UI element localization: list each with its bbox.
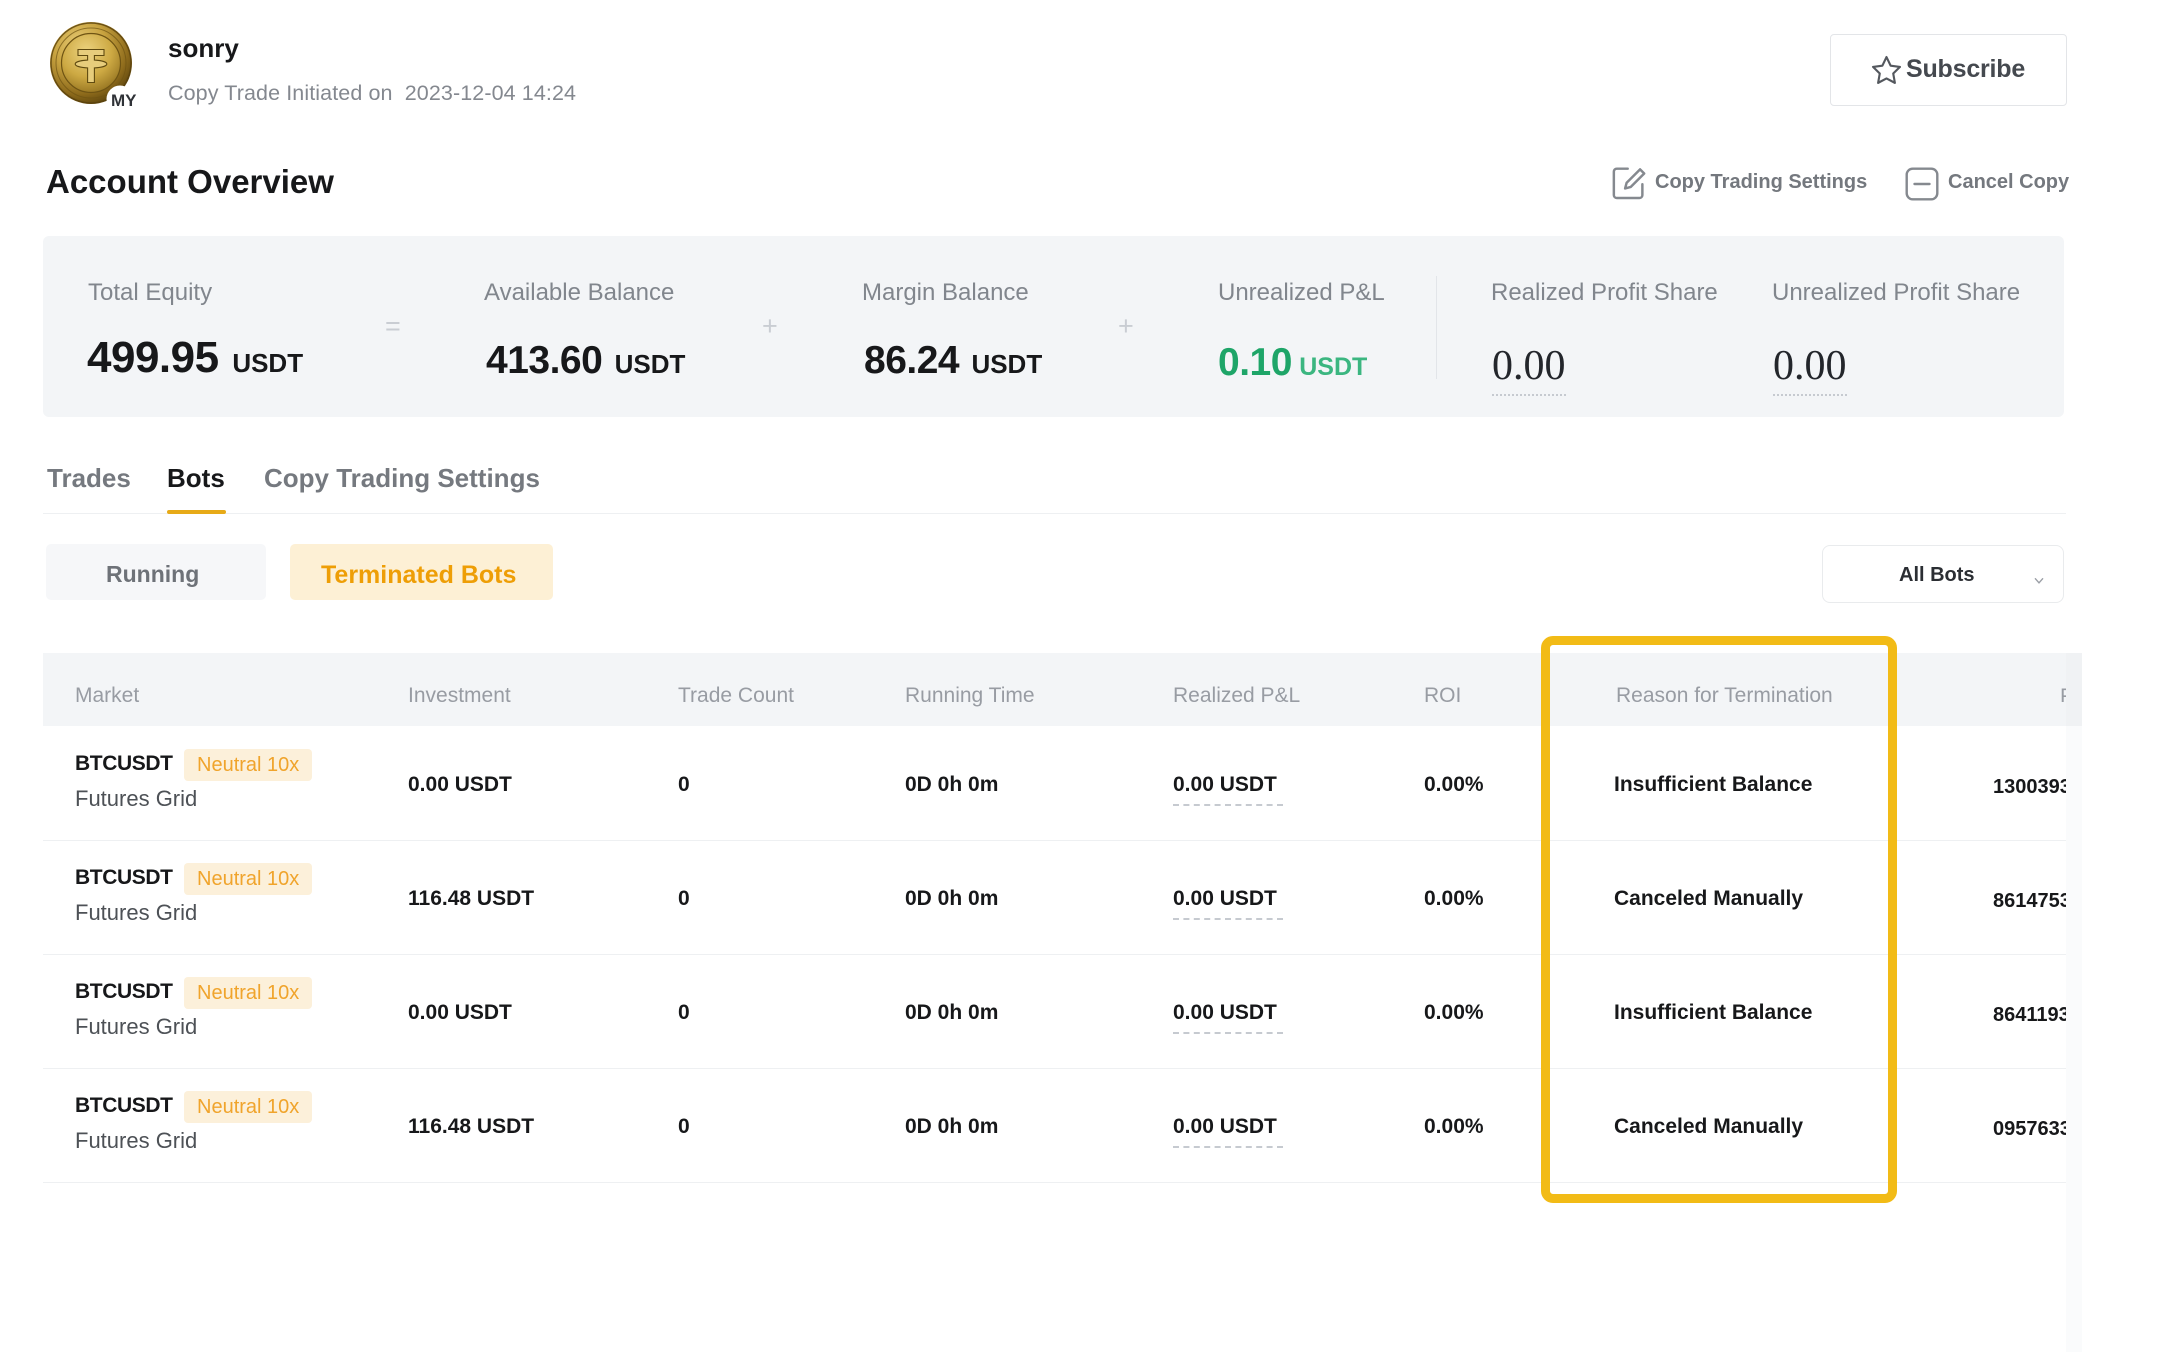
svg-text:MY: MY — [111, 91, 137, 110]
